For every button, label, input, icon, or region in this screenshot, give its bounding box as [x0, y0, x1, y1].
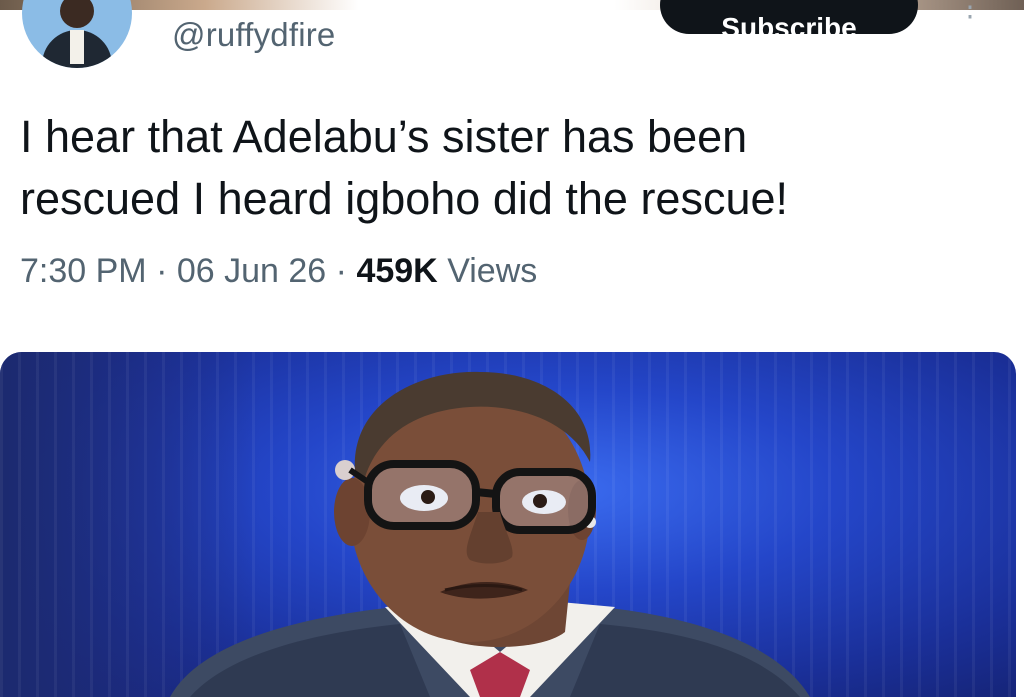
- subscribe-button[interactable]: Subscribe: [660, 0, 918, 34]
- views-label: Views: [447, 252, 538, 290]
- tweet-media-image[interactable]: [0, 352, 1016, 697]
- man-with-glasses-photo: [170, 371, 810, 697]
- more-options-icon[interactable]: ⋮: [956, 0, 984, 21]
- tweet-meta: 7:30 PM · 06 Jun 26 · 459K Views: [20, 252, 537, 291]
- subscribe-button-label: Subscribe: [721, 12, 857, 34]
- tweet-date[interactable]: 06 Jun 26: [177, 252, 326, 290]
- views-count: 459K: [356, 252, 438, 290]
- meta-separator: ·: [156, 252, 168, 290]
- meta-separator: ·: [335, 252, 347, 290]
- avatar-shirt: [70, 30, 84, 64]
- tweet-text: I hear that Adelabu’s sister has been re…: [20, 106, 1000, 230]
- avatar[interactable]: [22, 0, 132, 68]
- tweet-text-line-2: rescued I heard igboho did the rescue!: [20, 173, 789, 224]
- user-handle[interactable]: @ruffydfire: [172, 16, 335, 54]
- tweet-time[interactable]: 7:30 PM: [20, 252, 147, 290]
- avatar-head: [60, 0, 94, 28]
- tweet-text-line-1: I hear that Adelabu’s sister has been: [20, 111, 748, 162]
